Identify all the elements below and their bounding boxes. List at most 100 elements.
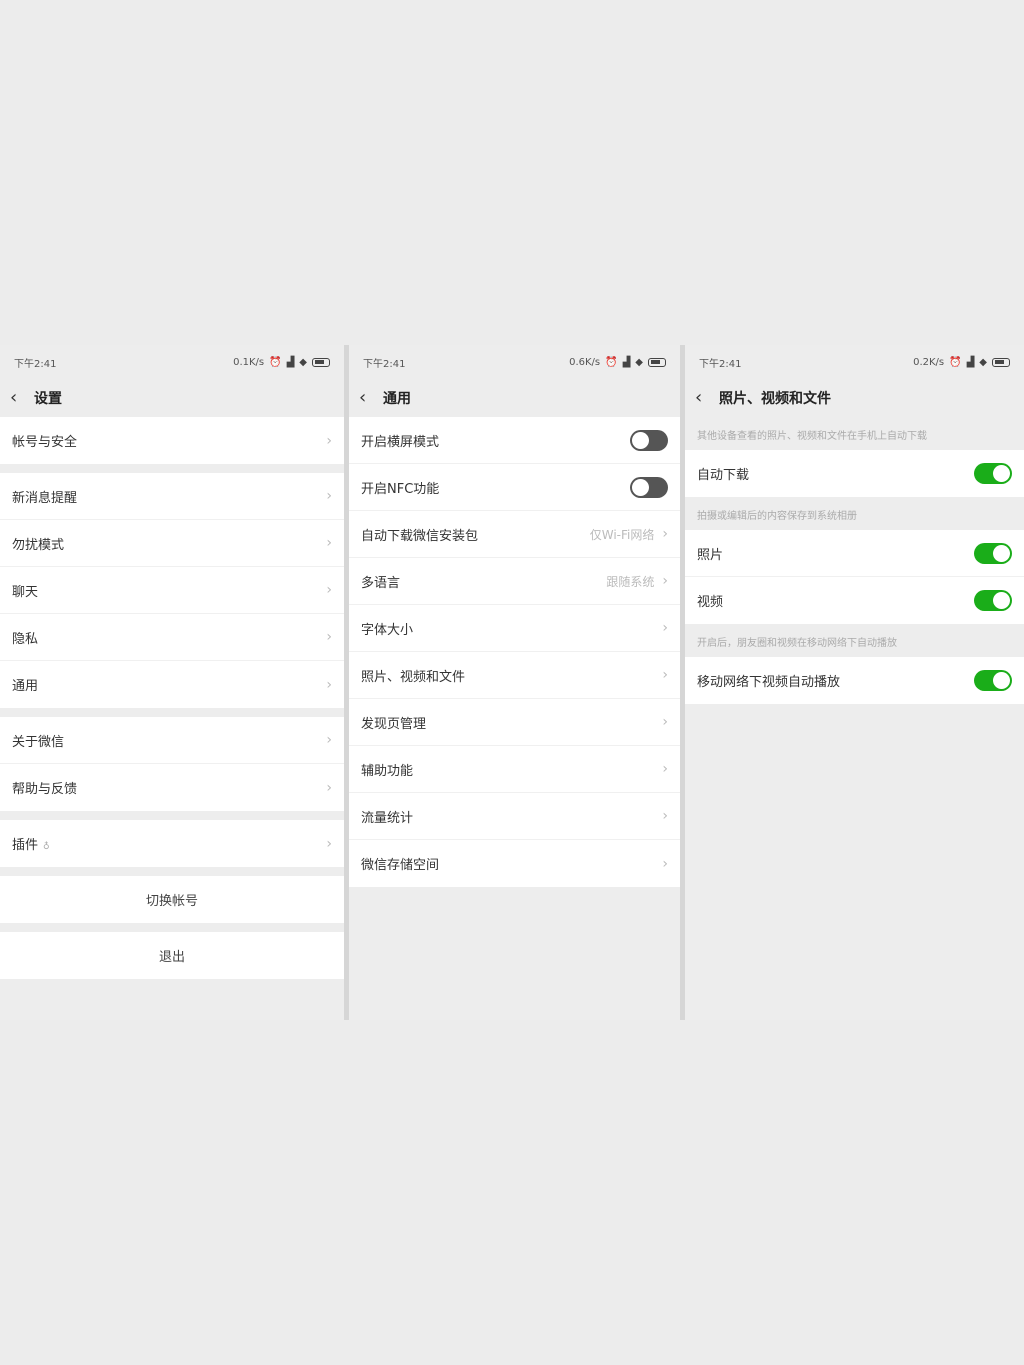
switch-account-label: 切换帐号: [145, 894, 198, 909]
nfc-row: 开启NFC功能: [349, 464, 680, 511]
settings-item-account-security[interactable]: 帐号与安全 ›: [0, 417, 344, 464]
settings-group: 关于微信 › 帮助与反馈 ›: [0, 717, 344, 811]
status-time: 下午2:41: [14, 358, 57, 370]
status-icons: 0.2K/s ⏰ ▟ ◆: [913, 357, 1010, 368]
chevron-right-icon: ›: [662, 667, 668, 683]
status-time: 下午2:41: [699, 358, 742, 370]
toggle-label: 照片: [697, 547, 724, 563]
landscape-mode-row: 开启横屏模式: [349, 417, 680, 464]
chevron-right-icon: ›: [326, 835, 332, 852]
signal-icon: ▟: [286, 356, 295, 368]
plugins-label: 插件: [12, 838, 39, 853]
logout-button[interactable]: 退出: [0, 932, 344, 979]
settings-item-plugins[interactable]: 插件 ♁ ›: [0, 820, 344, 867]
switch-account-button[interactable]: 切换帐号: [0, 876, 344, 923]
chevron-right-icon: ›: [326, 535, 332, 551]
battery-icon: [312, 357, 330, 367]
status-bar: 下午2:41 0.1K/s ⏰ ▟ ◆: [0, 345, 344, 379]
chevron-right-icon: ›: [326, 582, 332, 598]
chevron-right-icon: ›: [662, 620, 668, 636]
accessibility-row[interactable]: 辅助功能 ›: [349, 746, 680, 793]
nfc-toggle[interactable]: [630, 476, 668, 498]
settings-item-about[interactable]: 关于微信 ›: [0, 717, 344, 764]
autoplay-row: 移动网络下视频自动播放: [685, 657, 1024, 704]
toggle-label: 开启横屏模式: [361, 434, 440, 450]
settings-group: 插件 ♁ ›: [0, 820, 344, 867]
settings-item-label: 新消息提醒: [12, 490, 78, 506]
autoplay-group: 移动网络下视频自动播放: [685, 657, 1024, 704]
data-usage-row[interactable]: 流量统计 ›: [349, 793, 680, 840]
settings-item-label: 帮助与反馈: [12, 782, 78, 797]
photos-toggle[interactable]: [974, 542, 1012, 564]
auto-download-row: 自动下载: [685, 450, 1024, 497]
auto-download-group: 自动下载: [685, 450, 1024, 497]
settings-item-label: 自动下载微信安装包: [361, 528, 479, 544]
status-icons: 0.1K/s ⏰ ▟ ◆: [233, 357, 330, 368]
discover-management-row[interactable]: 发现页管理 ›: [349, 699, 680, 746]
toggle-label: 自动下载: [697, 468, 750, 483]
photos-videos-files-panel: 下午2:41 0.2K/s ⏰ ▟ ◆ ‹ 照片、视频和文件 其他设备查看的照片…: [685, 345, 1024, 1020]
chevron-right-icon: ›: [662, 761, 668, 777]
settings-item-privacy[interactable]: 隐私 ›: [0, 614, 344, 661]
settings-item-value: 跟随系统: [606, 574, 655, 589]
location-pin-icon: ♁: [43, 842, 50, 852]
network-speed: 0.2K/s: [913, 356, 945, 368]
language-row[interactable]: 多语言 跟随系统 ›: [349, 558, 680, 605]
settings-item-chat[interactable]: 聊天 ›: [0, 567, 344, 614]
status-time: 下午2:41: [363, 358, 406, 370]
settings-item-label: 插件 ♁: [12, 834, 50, 853]
settings-item-do-not-disturb[interactable]: 勿扰模式 ›: [0, 520, 344, 567]
settings-group: 帐号与安全 ›: [0, 417, 344, 464]
section-hint: 其他设备查看的照片、视频和文件在手机上自动下载: [697, 431, 927, 442]
toggle-label: 开启NFC功能: [361, 481, 440, 497]
settings-group: 新消息提醒 › 勿扰模式 › 聊天 › 隐私 › 通用 ›: [0, 473, 344, 708]
settings-item-label: 字体大小: [361, 622, 414, 638]
back-arrow-icon[interactable]: ‹: [359, 389, 373, 407]
alarm-icon: ⏰: [949, 356, 962, 368]
videos-toggle[interactable]: [974, 590, 1012, 611]
toggle-label: 视频: [697, 595, 724, 610]
chevron-right-icon: ›: [662, 808, 668, 824]
landscape-mode-toggle[interactable]: [630, 429, 668, 451]
network-speed: 0.6K/s: [569, 356, 601, 368]
photos-videos-files-row[interactable]: 照片、视频和文件 ›: [349, 652, 680, 699]
settings-item-label: 流量统计: [361, 810, 414, 826]
auto-download-toggle[interactable]: [974, 463, 1012, 484]
settings-item-label: 帐号与安全: [12, 435, 78, 450]
font-size-row[interactable]: 字体大小 ›: [349, 605, 680, 652]
section-hint: 拍摄或编辑后的内容保存到系统相册: [697, 511, 857, 522]
settings-item-label: 发现页管理: [361, 716, 427, 732]
settings-panel: 下午2:41 0.1K/s ⏰ ▟ ◆ ‹ 设置 帐号与安全 › 新消息提醒 ›: [0, 345, 344, 1020]
autoplay-toggle[interactable]: [974, 670, 1012, 691]
chevron-right-icon: ›: [326, 432, 332, 449]
nav-bar: ‹ 通用: [349, 379, 680, 417]
settings-item-help-feedback[interactable]: 帮助与反馈 ›: [0, 764, 344, 811]
page-title: 照片、视频和文件: [719, 391, 831, 407]
general-settings-list: 开启横屏模式 开启NFC功能 自动下载微信安装包 仅Wi-Fi网络 › 多语言 …: [349, 417, 680, 887]
settings-item-label: 关于微信: [12, 734, 65, 750]
battery-icon: [648, 357, 666, 367]
back-arrow-icon[interactable]: ‹: [695, 389, 709, 407]
signal-icon: ▟: [966, 356, 975, 368]
chevron-right-icon: ›: [662, 573, 668, 589]
status-icons: 0.6K/s ⏰ ▟ ◆: [569, 357, 666, 368]
settings-item-general[interactable]: 通用 ›: [0, 661, 344, 708]
section-hint: 开启后，朋友圈和视频在移动网络下自动播放: [697, 638, 897, 649]
settings-item-label: 勿扰模式: [12, 537, 65, 553]
chevron-right-icon: ›: [326, 732, 332, 748]
settings-item-label: 辅助功能: [361, 763, 414, 779]
settings-item-notifications[interactable]: 新消息提醒 ›: [0, 473, 344, 520]
settings-item-label: 照片、视频和文件: [361, 669, 466, 685]
back-arrow-icon[interactable]: ‹: [10, 389, 24, 407]
alarm-icon: ⏰: [269, 356, 282, 368]
general-panel: 下午2:41 0.6K/s ⏰ ▟ ◆ ‹ 通用 开启横屏模式 开启NFC功能: [349, 345, 680, 1020]
network-speed: 0.1K/s: [233, 356, 265, 368]
auto-download-package-row[interactable]: 自动下载微信安装包 仅Wi-Fi网络 ›: [349, 511, 680, 558]
photos-row: 照片: [685, 530, 1024, 577]
save-to-album-group: 照片 视频: [685, 530, 1024, 624]
settings-item-label: 聊天: [12, 584, 39, 600]
storage-row[interactable]: 微信存储空间 ›: [349, 840, 680, 887]
settings-item-label: 微信存储空间: [361, 858, 440, 873]
screenshot-strip: 下午2:41 0.1K/s ⏰ ▟ ◆ ‹ 设置 帐号与安全 › 新消息提醒 ›: [0, 345, 1024, 1020]
logout-label: 退出: [158, 950, 185, 965]
